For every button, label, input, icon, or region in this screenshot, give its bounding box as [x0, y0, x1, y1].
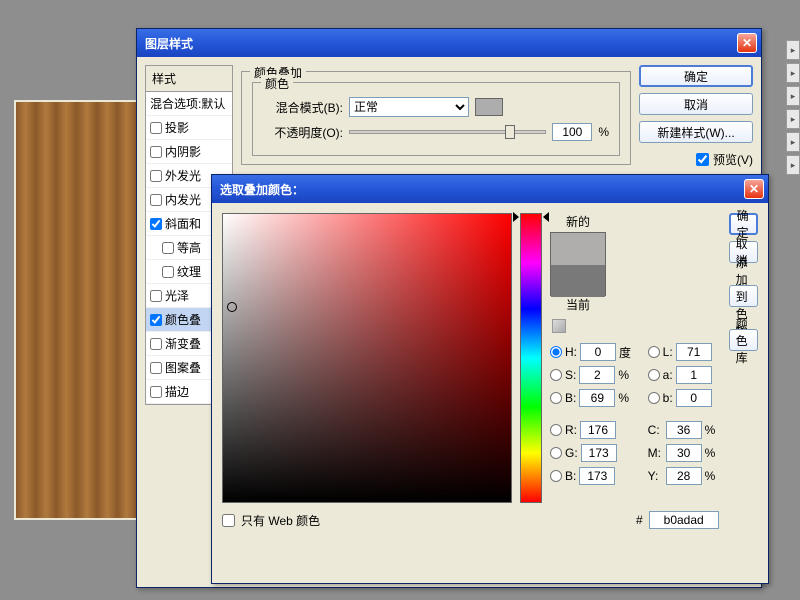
style-checkbox[interactable] [150, 314, 162, 326]
hex-prefix: # [636, 513, 643, 527]
a-input[interactable]: 1 [676, 366, 712, 384]
h-input[interactable]: 0 [580, 343, 616, 361]
style-item[interactable]: 投影 [146, 116, 232, 140]
l-radio[interactable] [648, 346, 660, 358]
b-radio[interactable] [550, 392, 562, 404]
g-input[interactable]: 173 [581, 444, 617, 462]
lab-b-radio[interactable] [648, 392, 660, 404]
panel-tab[interactable]: ▸ [786, 63, 800, 83]
y-input[interactable]: 28 [666, 467, 702, 485]
cancel-button[interactable]: 取消 [639, 93, 753, 115]
close-icon[interactable]: ✕ [744, 179, 764, 199]
b2-radio[interactable] [550, 470, 562, 482]
style-checkbox[interactable] [150, 146, 162, 158]
panel-tab[interactable]: ▸ [786, 155, 800, 175]
titlebar[interactable]: 选取叠加颜色： ✕ [212, 175, 768, 203]
lab-b-input[interactable]: 0 [676, 389, 712, 407]
s-input[interactable]: 2 [579, 366, 615, 384]
style-checkbox[interactable] [150, 362, 162, 374]
color-swatch[interactable] [475, 98, 503, 116]
b-input[interactable]: 69 [579, 389, 615, 407]
color-overlay-group: 颜色叠加 颜色 混合模式(B): 正常 不透明度(O): % [241, 71, 631, 165]
opacity-unit: % [598, 125, 609, 139]
blend-mode-label: 混合模式(B): [263, 99, 343, 116]
blend-mode-select[interactable]: 正常 [349, 97, 469, 117]
style-list-header[interactable]: 样式 [146, 66, 232, 92]
ok-button[interactable]: 确定 [729, 213, 758, 235]
titlebar[interactable]: 图层样式 ✕ [137, 29, 761, 57]
blend-default-row[interactable]: 混合选项:默认 [146, 92, 232, 116]
web-only-checkbox[interactable] [222, 514, 235, 527]
slider-thumb[interactable] [505, 125, 515, 139]
style-checkbox[interactable] [150, 122, 162, 134]
cube-icon[interactable] [552, 319, 566, 333]
style-checkbox[interactable] [150, 386, 162, 398]
color-picker-dialog: 选取叠加颜色： ✕ 新的 [211, 174, 769, 584]
color-inner-group: 颜色 混合模式(B): 正常 不透明度(O): % [252, 82, 620, 156]
ok-button[interactable]: 确定 [639, 65, 753, 87]
panel-tab[interactable]: ▸ [786, 40, 800, 60]
b2-input[interactable]: 173 [579, 467, 615, 485]
new-color-label: 新的 [550, 213, 606, 230]
hue-arrow-icon [513, 212, 519, 222]
r-input[interactable]: 176 [580, 421, 616, 439]
color-marker-icon[interactable] [227, 302, 237, 312]
m-input[interactable]: 30 [666, 444, 702, 462]
a-radio[interactable] [648, 369, 660, 381]
g-radio[interactable] [550, 447, 562, 459]
opacity-slider[interactable] [349, 130, 546, 134]
style-item[interactable]: 内阴影 [146, 140, 232, 164]
new-color-swatch[interactable] [551, 233, 605, 265]
panel-tab[interactable]: ▸ [786, 109, 800, 129]
group-label: 颜色 [261, 75, 293, 92]
hue-arrow-icon [543, 212, 549, 222]
h-radio[interactable] [550, 346, 562, 358]
hex-input[interactable]: b0adad [649, 511, 719, 529]
l-input[interactable]: 71 [676, 343, 712, 361]
saturation-value-field[interactable] [222, 213, 512, 503]
style-checkbox[interactable] [162, 266, 174, 278]
dialog-title: 选取叠加颜色： [220, 181, 744, 198]
web-only-label: 只有 Web 颜色 [241, 512, 320, 529]
current-color-label: 当前 [550, 296, 606, 313]
preview-checkbox[interactable] [696, 153, 709, 166]
style-checkbox[interactable] [150, 290, 162, 302]
s-radio[interactable] [550, 369, 562, 381]
style-checkbox[interactable] [150, 194, 162, 206]
color-preview-box [550, 232, 606, 296]
close-icon[interactable]: ✕ [737, 33, 757, 53]
current-color-swatch[interactable] [551, 265, 605, 297]
add-swatch-button[interactable]: 添加到色板 [729, 285, 758, 307]
panel-tab[interactable]: ▸ [786, 86, 800, 106]
preview-label: 预览(V) [713, 151, 753, 168]
new-style-button[interactable]: 新建样式(W)... [639, 121, 753, 143]
style-checkbox[interactable] [150, 170, 162, 182]
opacity-input[interactable] [552, 123, 592, 141]
panel-tab[interactable]: ▸ [786, 132, 800, 152]
hue-slider[interactable] [520, 213, 542, 503]
dialog-title: 图层样式 [145, 35, 737, 52]
opacity-label: 不透明度(O): [263, 124, 343, 141]
wood-background [14, 100, 138, 520]
side-panel-tabs: ▸ ▸ ▸ ▸ ▸ ▸ [786, 40, 800, 178]
color-library-button[interactable]: 颜色库 [729, 329, 758, 351]
c-input[interactable]: 36 [666, 421, 702, 439]
r-radio[interactable] [550, 424, 562, 436]
style-checkbox[interactable] [162, 242, 174, 254]
style-checkbox[interactable] [150, 338, 162, 350]
style-checkbox[interactable] [150, 218, 162, 230]
